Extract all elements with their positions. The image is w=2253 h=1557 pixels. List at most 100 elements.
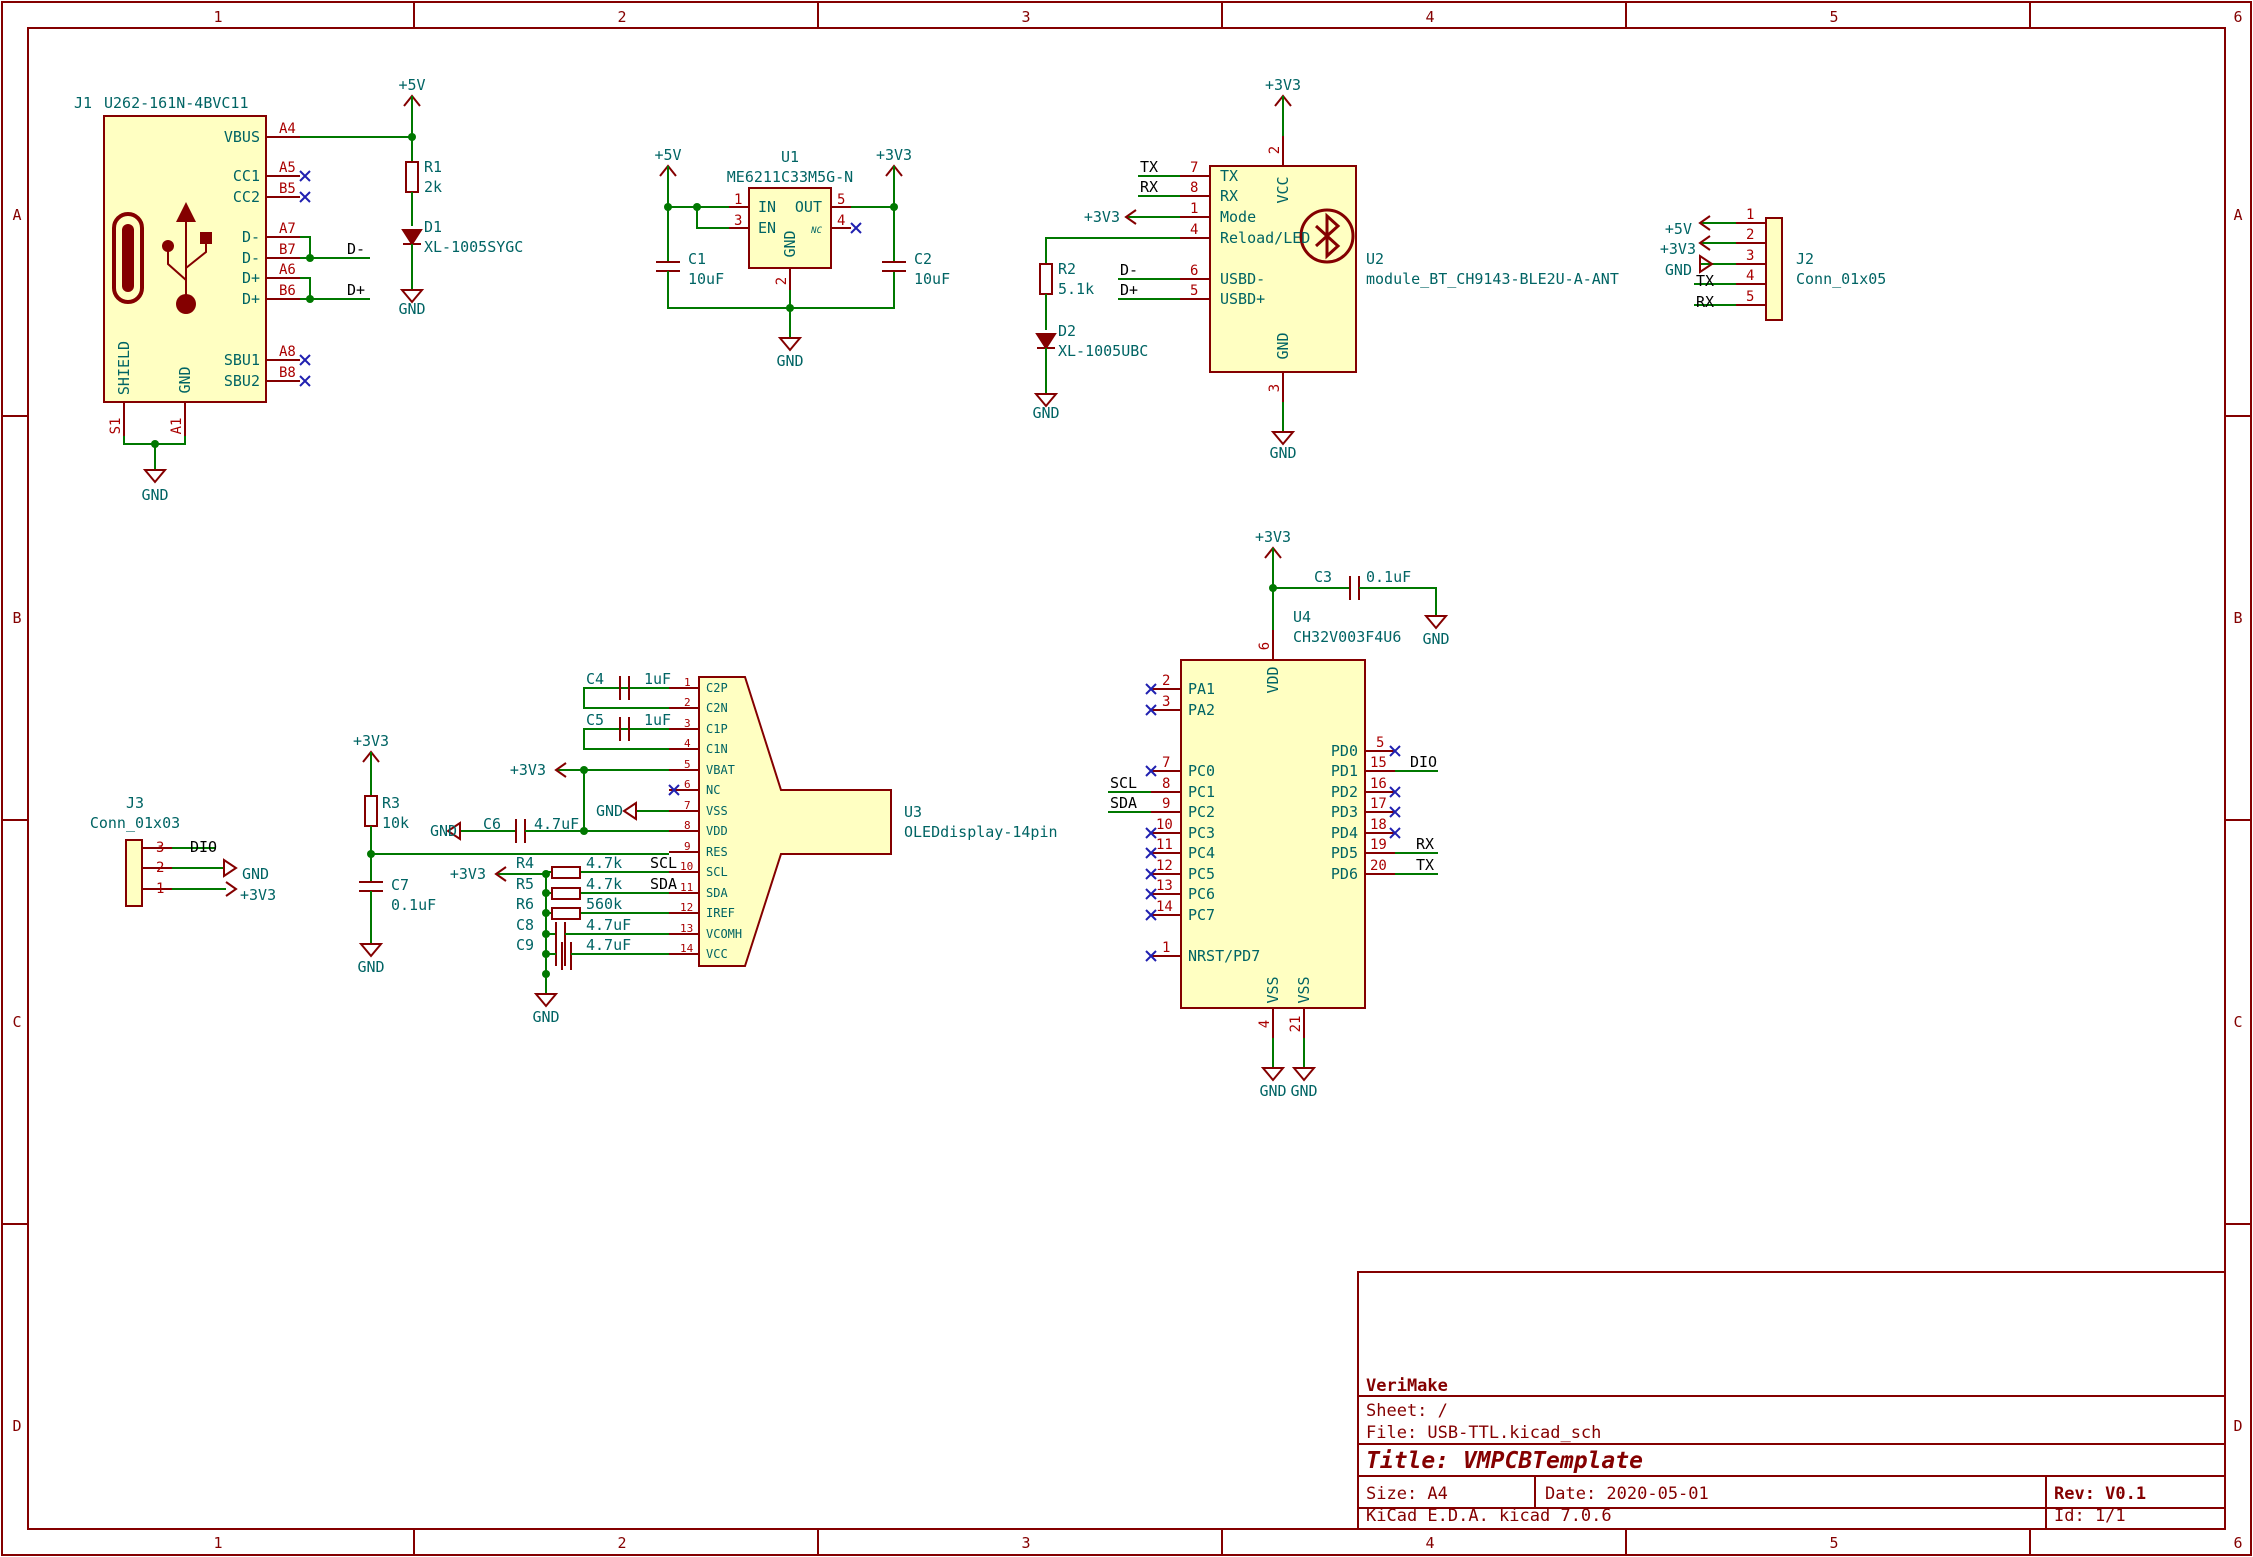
j3-pin-num-1: 1	[156, 881, 164, 897]
header-connector-j3[interactable]: J3 Conn_01x03 3 2 1	[90, 794, 180, 907]
j1-reference: J1	[74, 94, 92, 112]
j1-pin-num-b5: B5	[279, 181, 296, 197]
resistor-r1[interactable]: R1 2k	[405, 137, 442, 226]
u4-pin-name-pc1: PC1	[1188, 783, 1215, 801]
frame-row-c-right: C	[2233, 1013, 2242, 1031]
header-connector-j2[interactable]: 1 2 3 4 5 J2 Conn_01x05	[1736, 207, 1886, 321]
r5-value: 4.7k	[586, 875, 622, 893]
ldo-regulator-u1[interactable]: U1 ME6211C33M5G-N IN EN OUT NC GND 1 3 5…	[727, 148, 862, 290]
j1-pin-num-a1: A1	[169, 418, 185, 435]
j1-pin-num-a8: A8	[279, 344, 296, 360]
j2-pin-num-5: 5	[1746, 289, 1754, 305]
frame-col-6-top: 6	[2233, 8, 2242, 26]
u2-pin-num-3: 3	[1267, 384, 1283, 392]
u3-pin-num-13: 13	[680, 922, 693, 935]
u4-pin-name-pd3: PD3	[1331, 803, 1358, 821]
u3-pin-name-vbat: VBAT	[706, 763, 735, 777]
u1-value: ME6211C33M5G-N	[727, 168, 853, 186]
capacitor-c7[interactable]: C7 0.1uF	[359, 850, 436, 944]
net-label-tx-u4: TX	[1416, 856, 1434, 874]
u4-pin-name-pc4: PC4	[1188, 844, 1215, 862]
net-label-dm-j1: D-	[347, 240, 365, 258]
u3-pin-name-c2p: C2P	[706, 681, 728, 695]
j1-pin-num-a5: A5	[279, 160, 296, 176]
u4-pin-num-7: 7	[1162, 755, 1170, 771]
u4-pin-num-17: 17	[1370, 796, 1387, 812]
frame-col-5-top: 5	[1829, 8, 1838, 26]
r5-reference: R5	[516, 875, 534, 893]
mcu-u4[interactable]: U4 CH32V003F4U6 VDD 6 VSS VSS 4 21 PA1 P…	[1151, 608, 1401, 1038]
u4-pin-name-pd1: PD1	[1331, 762, 1358, 780]
led-d2[interactable]: D2 XL-1005UBC	[1035, 322, 1148, 394]
c1-reference: C1	[688, 250, 706, 268]
capacitor-c5[interactable]: C5 1uF	[583, 711, 671, 750]
power-3v3-u1: +3V3	[851, 146, 912, 211]
u4-pin-num-19: 19	[1370, 837, 1387, 853]
capacitor-c9[interactable]: C9 4.7uF	[516, 936, 631, 970]
gnd-label-c3: GND	[1422, 630, 1449, 648]
u4-pin-num-14: 14	[1156, 899, 1173, 915]
c3-reference: C3	[1314, 568, 1332, 586]
net-label-dio-u4: DIO	[1410, 753, 1437, 771]
capacitor-c2[interactable]: C2 10uF	[882, 207, 950, 288]
capacitor-c4[interactable]: C4 1uF	[583, 670, 671, 709]
gnd-label-c7: GND	[357, 958, 384, 976]
power-3v3-r3: +3V3	[353, 732, 389, 796]
gnd-symbol-c3: GND	[1422, 615, 1450, 648]
u3-pin-num-2: 2	[684, 696, 691, 709]
c8-reference: C8	[516, 916, 534, 934]
j2-reference: J2	[1796, 250, 1814, 268]
u3-pin-num-4: 4	[684, 737, 691, 750]
resistor-r2[interactable]: R2 5.1k	[1039, 260, 1094, 330]
u4-pin-num-18: 18	[1370, 817, 1387, 833]
j1-pin-num-a4: A4	[279, 121, 296, 137]
title-block: VeriMake Sheet: / File: USB-TTL.kicad_sc…	[1357, 1271, 2226, 1530]
j1-pin-name-vbus: VBUS	[224, 128, 260, 146]
j1-pin-name-dp2: D+	[242, 290, 260, 308]
u2-pin-name-usbdp: USBD+	[1220, 290, 1265, 308]
u1-pin-num-2: 2	[774, 277, 790, 285]
r6-value: 560k	[586, 895, 622, 913]
u3-value: OLEDdisplay-14pin	[904, 823, 1058, 841]
led-d1[interactable]: D1 XL-1005SYGC	[401, 218, 523, 290]
gnd-label-j2: GND	[1665, 261, 1692, 279]
u4-pin-num-4: 4	[1257, 1020, 1273, 1028]
frame-col-3-bottom: 3	[1021, 1534, 1030, 1552]
u2-pin-num-4: 4	[1190, 222, 1198, 238]
u1-pin-name-gnd: GND	[781, 230, 799, 257]
frame-col-1-top: 1	[213, 8, 222, 26]
r4-reference: R4	[516, 854, 534, 872]
frame-row-a-left: A	[12, 206, 21, 224]
r1-reference: R1	[424, 158, 442, 176]
u4-pin-num-15: 15	[1370, 755, 1387, 771]
title-block-company: VeriMake	[1366, 1376, 1448, 1396]
usb-c-connector-j1[interactable]: J1 U262-161N-4BVC11 VBUS CC1 CC2 D- D- D…	[74, 94, 300, 436]
c5-value: 1uF	[644, 711, 671, 729]
j2-pin-num-2: 2	[1746, 227, 1754, 243]
j3-value: Conn_01x03	[90, 814, 180, 832]
j3-reference: J3	[126, 794, 144, 812]
r6-reference: R6	[516, 895, 534, 913]
p3v3-label-u1: +3V3	[876, 146, 912, 164]
u3-pin-name-scl: SCL	[706, 865, 728, 879]
p5v-label-u1: +5V	[654, 146, 681, 164]
u2-pin-name-tx: TX	[1220, 167, 1238, 185]
r3-reference: R3	[382, 794, 400, 812]
oled-display-u3[interactable]: U3 OLEDdisplay-14pin C2P C2N C1P C1N VBA…	[669, 676, 1058, 967]
j2-pin-num-3: 3	[1746, 248, 1754, 264]
u4-pin-num-6: 6	[1257, 642, 1273, 650]
ble-module-u2[interactable]: TX RX Mode Reload/LED USBD- USBD+ VCC GN…	[1180, 136, 1619, 402]
gnd-symbol-d1: GND	[398, 289, 426, 318]
c4-value: 1uF	[644, 670, 671, 688]
net-label-dp-u2: D+	[1120, 281, 1138, 299]
j1-pin-num-b7: B7	[279, 242, 296, 258]
u2-pin-num-7: 7	[1190, 160, 1198, 176]
u4-pin-name-vss-1: VSS	[1264, 976, 1282, 1003]
j1-pin-num-a6: A6	[279, 262, 296, 278]
u4-pin-name-pd6: PD6	[1331, 865, 1358, 883]
j2-pin-num-1: 1	[1746, 207, 1754, 223]
u3-pin-name-vdd: VDD	[706, 824, 728, 838]
d1-value: XL-1005SYGC	[424, 238, 523, 256]
title-block-sheet: Sheet: /	[1366, 1401, 1448, 1421]
p3v3-label-j2: +3V3	[1660, 240, 1696, 258]
